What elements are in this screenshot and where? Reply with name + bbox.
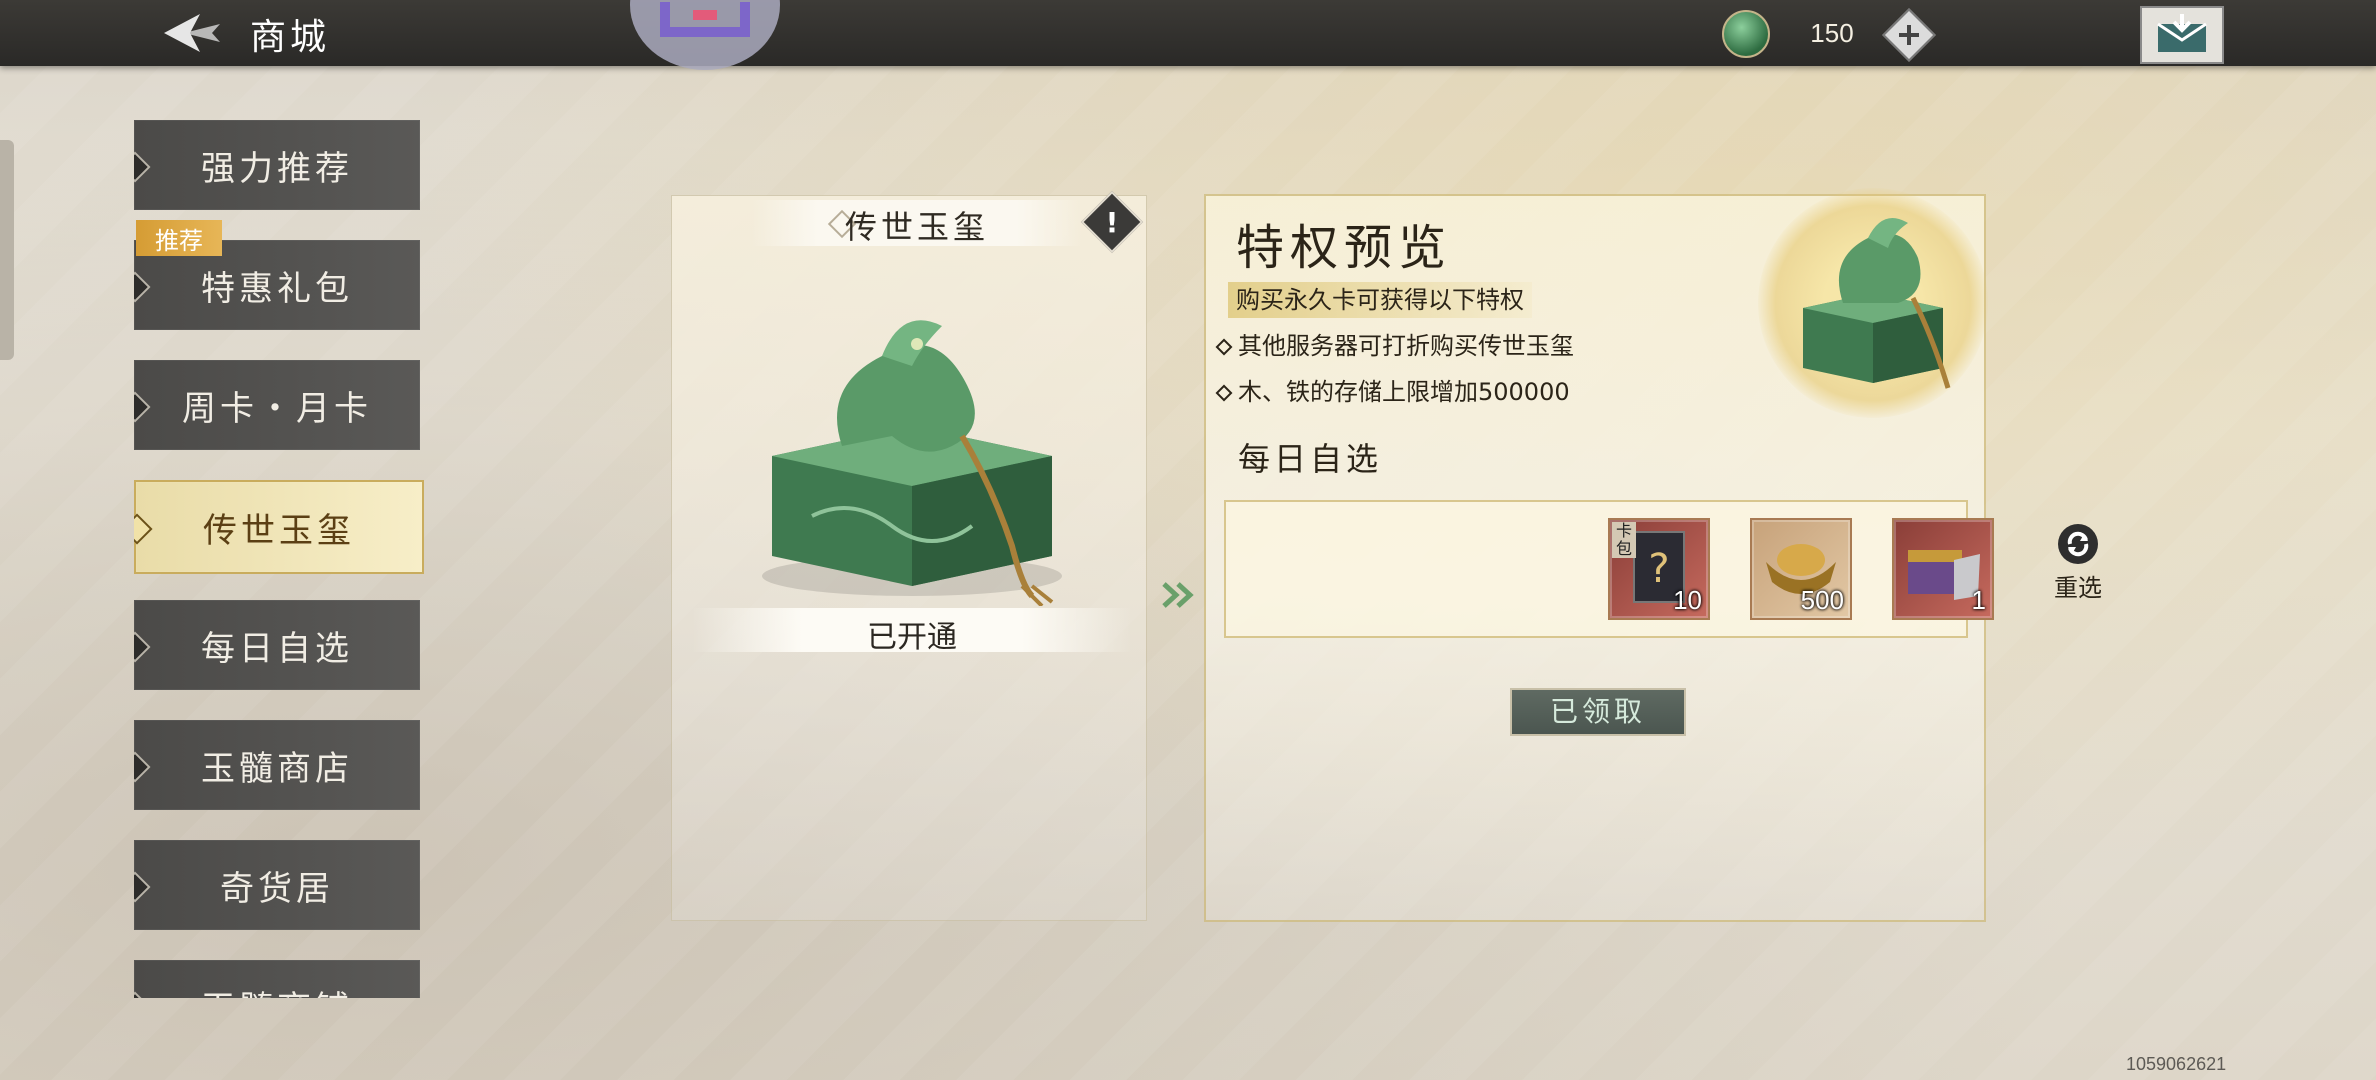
activation-status: 已开通 bbox=[867, 620, 957, 655]
card-title-bar: 传世玉玺 ! bbox=[752, 190, 1144, 254]
nav-item-label: 强力推荐 bbox=[201, 148, 353, 189]
perk-text: 其他服务器可打折购买传世玉玺 bbox=[1238, 332, 1574, 360]
panel-title: 特权预览 bbox=[1236, 220, 1453, 276]
perk-item: 其他服务器可打折购买传世玉玺 bbox=[1215, 326, 1574, 361]
nav-item-recommend[interactable]: 强力推荐 bbox=[134, 120, 420, 210]
diamond-bullet-icon bbox=[134, 991, 151, 998]
nav-item-rare-goods[interactable]: 奇货居 bbox=[134, 840, 420, 930]
svg-text:?: ? bbox=[1648, 546, 1669, 592]
reward-item-treasure-chest[interactable]: 1 bbox=[1892, 518, 1994, 620]
double-chevron-right-icon bbox=[1162, 582, 1194, 608]
diamond-bullet-icon bbox=[134, 151, 151, 183]
reward-item-gold-ingot[interactable]: 500 bbox=[1750, 518, 1852, 620]
nav-item-daily-choice[interactable]: 每日自选 bbox=[134, 600, 420, 690]
jade-seal-icon bbox=[1803, 218, 1951, 389]
diamond-bullet-icon bbox=[134, 751, 151, 783]
jade-seal-card[interactable]: 传世玉玺 ! 已开通 bbox=[672, 190, 1146, 920]
add-currency-button[interactable] bbox=[1882, 8, 1936, 62]
exclamation-icon: ! bbox=[1105, 205, 1119, 239]
nav-item-label: 玉髓商店 bbox=[201, 748, 353, 789]
mail-button[interactable] bbox=[2140, 6, 2224, 64]
reroll-label: 重选 bbox=[2054, 574, 2102, 602]
nav-item-weekly-monthly-card[interactable]: 周卡・月卡 bbox=[134, 360, 420, 450]
top-bar: 商城 150 bbox=[0, 0, 2376, 70]
refresh-icon bbox=[2058, 524, 2098, 564]
jade-currency: 150 bbox=[1722, 8, 1936, 62]
back-arrow-icon bbox=[164, 14, 220, 52]
page-title: 商城 bbox=[250, 17, 331, 58]
item-count: 1 bbox=[1971, 585, 1986, 615]
recommend-badge: 推荐 bbox=[136, 220, 222, 256]
reward-item-card-pack[interactable]: ? 卡包 10 bbox=[1608, 518, 1710, 620]
left-edge-handle[interactable] bbox=[0, 140, 14, 360]
diamond-bullet-icon bbox=[134, 631, 151, 663]
nav-item-label: 每日自选 bbox=[201, 628, 353, 669]
back-button[interactable] bbox=[160, 10, 224, 56]
jade-dragon-coin-icon bbox=[1722, 10, 1770, 58]
currency-amount: 150 bbox=[1810, 18, 1854, 48]
diamond-bullet-icon bbox=[134, 871, 151, 903]
diamond-bullet-icon bbox=[134, 271, 151, 303]
diamond-bullet-icon bbox=[134, 513, 153, 545]
card-title: 传世玉玺 bbox=[844, 208, 989, 246]
reroll-button[interactable]: 重选 bbox=[2038, 524, 2118, 603]
claimed-button[interactable]: 已领取 bbox=[1510, 688, 1686, 736]
mail-download-icon bbox=[2157, 14, 2207, 52]
nav-item-label: 特惠礼包 bbox=[201, 268, 353, 309]
diamond-bullet-icon bbox=[1215, 384, 1233, 402]
jade-seal-thumbnail bbox=[1758, 188, 1988, 418]
item-count: 500 bbox=[1800, 585, 1844, 615]
nav-item-label: 奇货居 bbox=[220, 868, 334, 909]
info-button[interactable]: ! bbox=[1080, 190, 1144, 254]
diamond-bullet-icon bbox=[1215, 338, 1233, 356]
nav-item-jade-store[interactable]: 玉髓商铺 bbox=[134, 960, 420, 998]
user-id: 1059062621 bbox=[2126, 1054, 2227, 1074]
item-count: 10 bbox=[1673, 585, 1702, 615]
nav-item-label: 玉髓商铺 bbox=[201, 981, 353, 999]
gamepad-icon bbox=[660, 2, 750, 37]
daily-choice-label: 每日自选 bbox=[1238, 440, 1383, 478]
card-status-bar: 已开通 bbox=[692, 608, 1132, 655]
daily-reward-box: ? 卡包 10 500 1 重选 bbox=[1224, 500, 2102, 638]
shop-nav: 强力推荐 推荐 特惠礼包 周卡・月卡 传世玉玺 每日自选 玉髓商店 奇货居 玉髓… bbox=[134, 118, 434, 998]
diamond-bullet-icon bbox=[134, 391, 151, 423]
nav-item-label: 周卡・月卡 bbox=[182, 388, 372, 429]
perk-text: 木、铁的存储上限增加500000 bbox=[1238, 378, 1570, 406]
nav-item-label: 传世玉玺 bbox=[203, 510, 355, 551]
jade-seal-image bbox=[762, 320, 1062, 606]
panel-subtitle: 购买永久卡可获得以下特权 bbox=[1228, 282, 1532, 318]
perk-item: 木、铁的存储上限增加500000 bbox=[1215, 372, 1570, 407]
gamepad-button[interactable] bbox=[630, 0, 780, 70]
nav-item-jade-seal[interactable]: 传世玉玺 bbox=[134, 480, 424, 574]
card-pack-tag: 卡包 bbox=[1612, 522, 1636, 558]
privilege-preview-panel: 特权预览 购买永久卡可获得以下特权 其他服务器可打折购买传世玉玺 木、铁的存储上… bbox=[1206, 188, 2102, 920]
nav-item-jade-shop[interactable]: 玉髓商店 bbox=[134, 720, 420, 810]
